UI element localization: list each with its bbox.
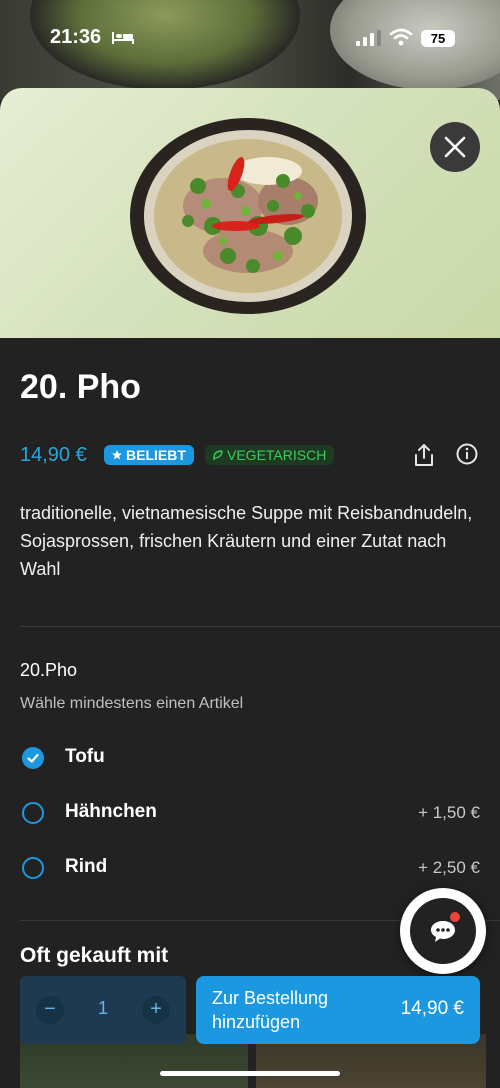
product-description: traditionelle, vietnamesische Suppe mit … xyxy=(20,503,473,579)
option-label: Tofu xyxy=(65,746,105,767)
badge-vegetarian-label: VEGETARISCH xyxy=(227,447,327,463)
option-label: Rind xyxy=(65,856,108,877)
chat-button-inner xyxy=(410,898,476,964)
product-price: 14,90 € xyxy=(20,444,87,466)
info-icon[interactable] xyxy=(456,443,478,465)
add-to-order-price: 14,90 € xyxy=(400,998,464,1019)
home-indicator[interactable] xyxy=(160,1071,340,1076)
option-label: Hähnchen xyxy=(65,801,157,822)
product-image xyxy=(0,88,500,338)
battery-indicator: 75 xyxy=(421,30,455,47)
check-icon xyxy=(27,753,39,763)
signal-icon xyxy=(356,30,381,46)
frequently-bought-title: Oft gekauft mit xyxy=(20,944,169,967)
share-icon[interactable] xyxy=(413,443,435,467)
chat-button[interactable] xyxy=(400,888,486,974)
decrease-quantity-button[interactable]: − xyxy=(36,996,64,1024)
badge-popular: BELIEBT xyxy=(104,445,194,465)
options-group-title: 20.Pho xyxy=(20,660,78,680)
star-icon xyxy=(112,450,122,460)
leaf-icon xyxy=(213,449,223,460)
divider xyxy=(20,626,500,627)
quantity-value: 1 xyxy=(97,998,108,1018)
option-tofu[interactable]: Tofu xyxy=(20,744,480,776)
pho-bowl-image xyxy=(130,118,366,314)
close-icon xyxy=(444,136,466,158)
checkbox-unchecked[interactable] xyxy=(22,857,44,879)
chat-icon xyxy=(431,921,455,942)
option-haehnchen[interactable]: Hähnchen + 1,50 € xyxy=(20,799,480,831)
option-price: + 1,50 € xyxy=(418,803,480,822)
close-button[interactable] xyxy=(430,122,480,172)
notification-dot xyxy=(450,912,460,922)
checkbox-unchecked[interactable] xyxy=(22,802,44,824)
status-time: 21:36 xyxy=(50,26,102,48)
badge-popular-label: BELIEBT xyxy=(126,447,186,463)
options-group-subtitle: Wähle mindestens einen Artikel xyxy=(20,695,244,712)
product-title: 20. Pho xyxy=(20,368,141,406)
product-sheet: 20. Pho 14,90 € BELIEBT VEGETARISCH trad… xyxy=(0,88,500,1088)
option-price: + 2,50 € xyxy=(418,858,480,877)
add-to-order-button[interactable]: Zur Bestellung hinzufügen 14,90 € xyxy=(196,976,480,1044)
wifi-icon xyxy=(389,28,413,46)
checkbox-checked[interactable] xyxy=(22,747,44,769)
status-bar: 21:36 75 xyxy=(0,26,500,56)
bed-icon xyxy=(112,32,134,44)
quantity-stepper: − 1 + xyxy=(20,976,186,1044)
increase-quantity-button[interactable]: + xyxy=(142,996,170,1024)
option-rind[interactable]: Rind + 2,50 € xyxy=(20,854,480,886)
add-to-order-label: Zur Bestellung hinzufügen xyxy=(212,988,329,1032)
badge-vegetarian: VEGETARISCH xyxy=(205,445,335,465)
